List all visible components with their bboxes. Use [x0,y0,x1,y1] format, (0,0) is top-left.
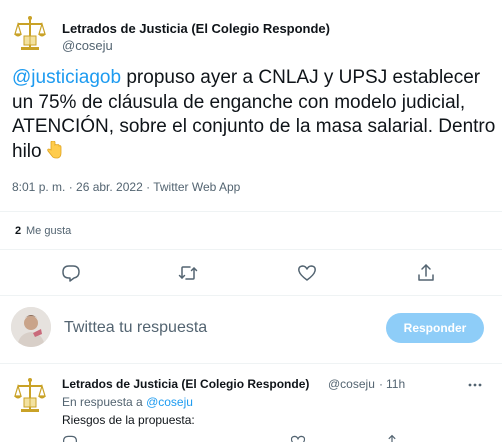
replying-to: En respuesta a @coseju [62,395,193,409]
likes-count: 2 [15,225,22,237]
reply-action-icons [62,434,482,442]
share-icon[interactable] [416,263,436,283]
reply-author-handle[interactable]: @coseju [328,377,375,391]
user-avatar-photo [11,307,51,347]
like-icon[interactable] [290,434,306,442]
justice-scales-logo[interactable] [11,14,49,52]
reply-input[interactable]: Twittea tu respuesta [64,319,207,337]
main-tweet: Letrados de Justicia (El Colegio Respond… [0,0,502,212]
actions-row [0,250,502,296]
likes-row[interactable]: 2 Me gusta [0,212,502,250]
reply-button[interactable]: Responder [386,313,484,343]
reply-icon[interactable] [61,263,81,283]
likes-label: Me gusta [26,225,72,237]
replying-mention[interactable]: @coseju [146,395,193,409]
reply-icon[interactable] [62,434,78,442]
tweet-timestamp[interactable]: 8:01 p. m. · 26 abr. 2022 · Twitter Web … [12,180,240,194]
retweet-icon[interactable] [178,263,198,283]
reply-composer: Twittea tu respuesta Responder [0,296,502,364]
share-icon[interactable] [384,434,400,442]
more-options-icon[interactable] [466,376,484,394]
reply-time[interactable]: 11h [386,377,405,391]
replying-prefix: En respuesta a [62,395,147,409]
heart-icon[interactable] [297,263,317,283]
reply-tweet[interactable]: Letrados de Justicia (El Colegio Respond… [0,364,502,442]
mention-link[interactable]: @justiciagob [12,67,121,88]
justice-scales-logo[interactable] [11,376,49,414]
pointing-down-hand-emoji [46,140,61,158]
author-name[interactable]: Letrados de Justicia (El Colegio Respond… [62,21,330,36]
author-handle[interactable]: @coseju [62,38,113,53]
tweet-text: @justiciagob propuso ayer a CNLAJ y UPSJ… [12,66,496,164]
user-avatar[interactable] [11,307,51,347]
reply-author-name[interactable]: Letrados de Justicia (El Colegio Respond… [62,377,309,391]
reply-text: Riesgos de la propuesta: [62,413,195,427]
separator-dot: · [379,377,383,391]
